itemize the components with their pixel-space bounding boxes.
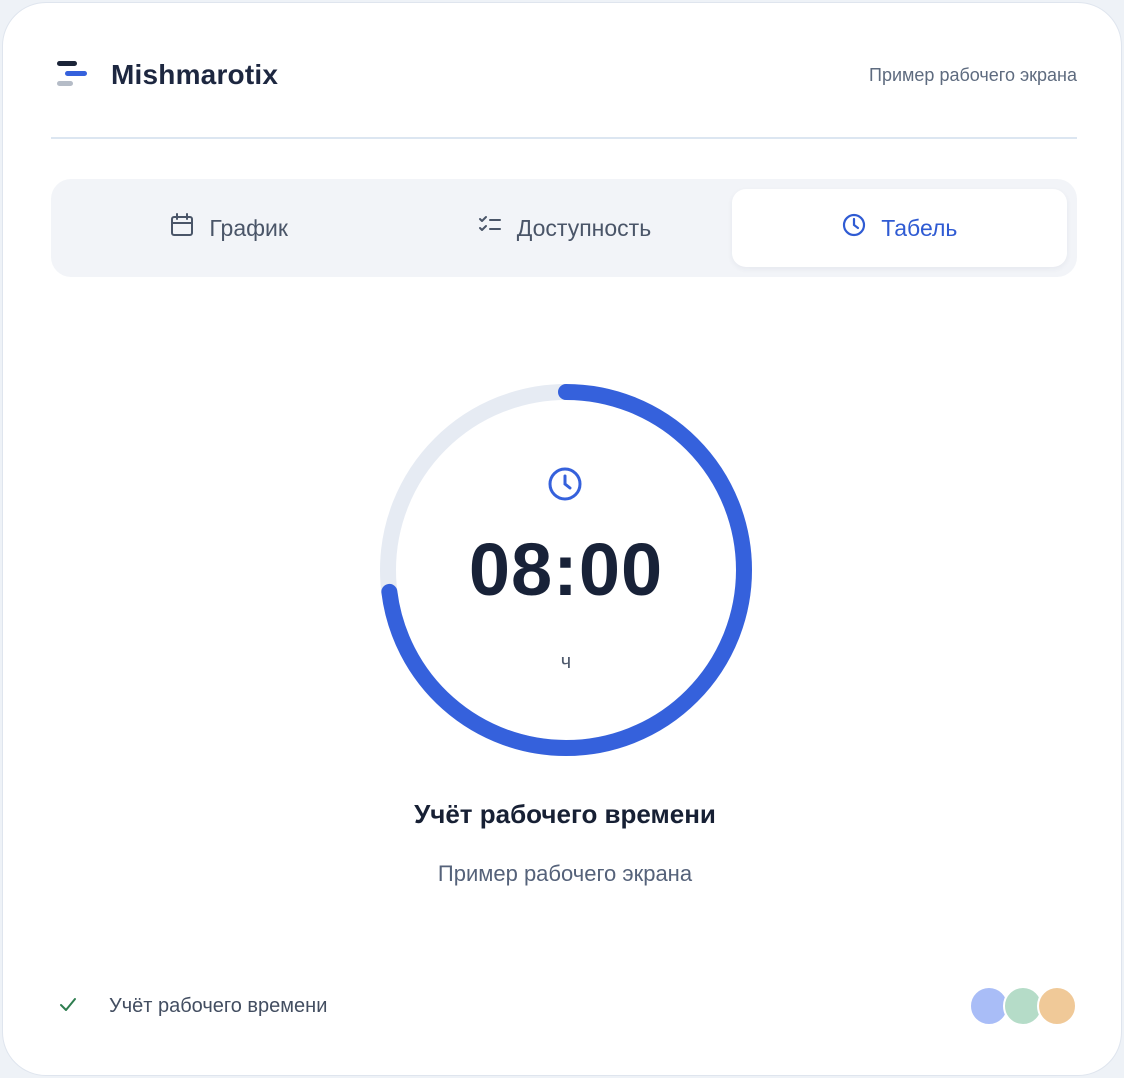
header-divider bbox=[51, 137, 1077, 139]
tab-bar: График Доступность Табель bbox=[51, 179, 1077, 277]
checklist-icon bbox=[477, 212, 503, 244]
app-name: Mishmarotix bbox=[111, 59, 279, 90]
footer-status-text: Учёт рабочего времени bbox=[109, 994, 328, 1017]
footer-status: Учёт рабочего времени bbox=[57, 993, 327, 1020]
brand[interactable]: Mishmarotix bbox=[51, 59, 278, 91]
avatar[interactable] bbox=[1037, 986, 1077, 1026]
clock-icon bbox=[841, 212, 867, 244]
tab-availability[interactable]: Доступность bbox=[396, 189, 731, 267]
section-title: Учёт рабочего времени bbox=[414, 799, 716, 829]
app-card: Mishmarotix Пример рабочего экрана Графи… bbox=[2, 2, 1122, 1076]
app-header: Mishmarotix Пример рабочего экрана bbox=[51, 43, 1077, 107]
tab-schedule[interactable]: График bbox=[61, 189, 396, 267]
tab-label: Доступность bbox=[516, 214, 652, 241]
calendar-icon bbox=[169, 212, 195, 244]
tab-label: График bbox=[209, 214, 288, 241]
clock-icon bbox=[546, 465, 584, 503]
check-icon bbox=[57, 993, 79, 1020]
footer: Учёт рабочего времени bbox=[57, 985, 1077, 1027]
timer-ring: 08:00 ч bbox=[377, 381, 755, 759]
header-subtitle: Пример рабочего экрана bbox=[869, 64, 1077, 85]
section-subtitle: Пример рабочего экрана bbox=[437, 861, 693, 886]
tab-timesheet[interactable]: Табель bbox=[731, 189, 1067, 267]
timer-value: 08:00 bbox=[468, 528, 664, 611]
avatar-group[interactable] bbox=[969, 986, 1077, 1026]
timer-unit: ч bbox=[560, 651, 572, 673]
tab-label: Табель bbox=[881, 214, 958, 241]
logo-icon bbox=[51, 59, 89, 91]
